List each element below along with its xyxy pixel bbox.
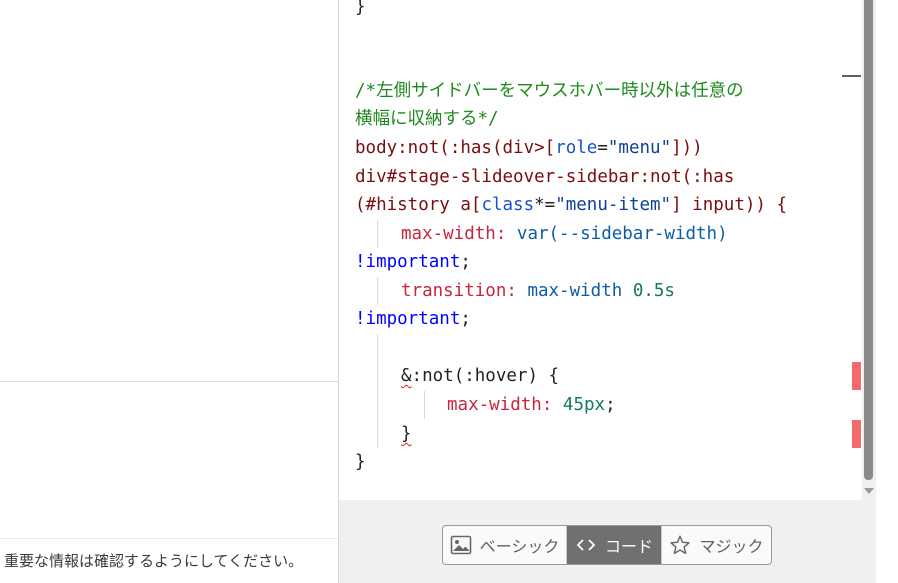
property-value: var(--sidebar-width): [516, 224, 728, 244]
nesting-ampersand: &: [401, 366, 412, 386]
selector-text: body:not(:has(div>[: [355, 138, 556, 158]
code-line-declaration: !important;: [355, 248, 471, 276]
attribute-value: "menu": [607, 138, 672, 158]
image-icon: [450, 535, 472, 555]
code-line-selector: body:not(:has(div>[role="menu"])): [355, 134, 703, 162]
code-line-declaration: max-width: var(--sidebar-width): [401, 220, 728, 248]
indent-guide: [377, 220, 378, 248]
indent-guide: [377, 277, 378, 305]
basic-mode-label: ベーシック: [479, 537, 560, 556]
code-line-selector: div#stage-slideover-sidebar:not(:has: [355, 163, 734, 191]
property-name: max-width:: [447, 395, 553, 415]
left-pane: [0, 0, 338, 583]
code-line-declaration: max-width: 45px;: [447, 391, 616, 419]
operator: =: [597, 138, 608, 158]
important-keyword: !important: [355, 252, 461, 272]
error-marker[interactable]: [852, 420, 861, 448]
right-gutter: [876, 0, 898, 583]
magic-mode-button[interactable]: マジック: [661, 526, 771, 564]
disclaimer-text: 重要な情報は確認するようにしてください。: [4, 552, 304, 570]
overview-ruler-cursor: [842, 75, 861, 77]
code-line-nested-selector: &:not(:hover) {: [401, 362, 559, 390]
star-icon: [669, 534, 691, 556]
scroll-down-arrow-icon[interactable]: [864, 488, 874, 494]
code-line-selector: (#history a[class*="menu-item"] input)) …: [355, 191, 787, 219]
property-name: max-width:: [401, 224, 507, 244]
selector-text: :not(:hover) {: [411, 366, 560, 386]
magic-mode-label: マジック: [699, 537, 764, 556]
closing-brace: }: [355, 452, 366, 472]
selector-text: (#history a[: [355, 195, 482, 215]
code-line-comment: /*左側サイドバーをマウスホバー時以外は任意の: [355, 77, 744, 105]
selector-text: div#stage-slideover-sidebar:not(:has: [355, 167, 735, 187]
indent-guide: [424, 391, 425, 419]
code-line: }: [401, 420, 412, 448]
code-mode-button[interactable]: コード: [566, 526, 661, 564]
semicolon: ;: [605, 395, 616, 415]
editor-mode-toggle: ベーシック コード マジック: [442, 525, 772, 565]
code-line-comment: 横幅に収納する*/: [355, 105, 499, 133]
comment-text: /*左側サイドバーをマウスホバー時以外は任意の: [355, 81, 744, 101]
comment-text: 横幅に収納する*/: [355, 109, 499, 129]
left-footer-divider: [0, 538, 338, 539]
code-brackets-icon: [575, 537, 597, 553]
code-line-declaration: !important;: [355, 305, 471, 333]
closing-brace: }: [401, 424, 412, 444]
number-value: 0.5s: [632, 281, 675, 301]
selector-text: ] input)) {: [671, 195, 788, 215]
property-name: transition:: [401, 281, 517, 301]
code-line: }: [355, 0, 366, 21]
closing-brace: }: [355, 0, 366, 17]
number-value: 45px: [562, 395, 606, 415]
code-mode-label: コード: [604, 537, 653, 556]
scrollbar-thumb[interactable]: [864, 0, 873, 480]
semicolon: ;: [460, 309, 471, 329]
error-marker[interactable]: [852, 362, 861, 390]
semicolon: ;: [460, 252, 471, 272]
attribute-name: role: [555, 138, 598, 158]
attribute-value: "menu-item": [555, 195, 672, 215]
code-line-declaration: transition: max-width 0.5s: [401, 277, 675, 305]
operator: *=: [534, 195, 556, 215]
code-editor[interactable]: } /*左側サイドバーをマウスホバー時以外は任意の 横幅に収納する*/ body…: [339, 0, 861, 500]
property-value: max-width: [527, 281, 623, 301]
left-pane-divider: [0, 381, 338, 382]
selector-text: ])): [671, 138, 703, 158]
attribute-name: class: [481, 195, 535, 215]
code-line: }: [355, 448, 366, 476]
basic-mode-button[interactable]: ベーシック: [443, 526, 566, 564]
important-keyword: !important: [355, 309, 461, 329]
indent-guide: [377, 334, 378, 448]
